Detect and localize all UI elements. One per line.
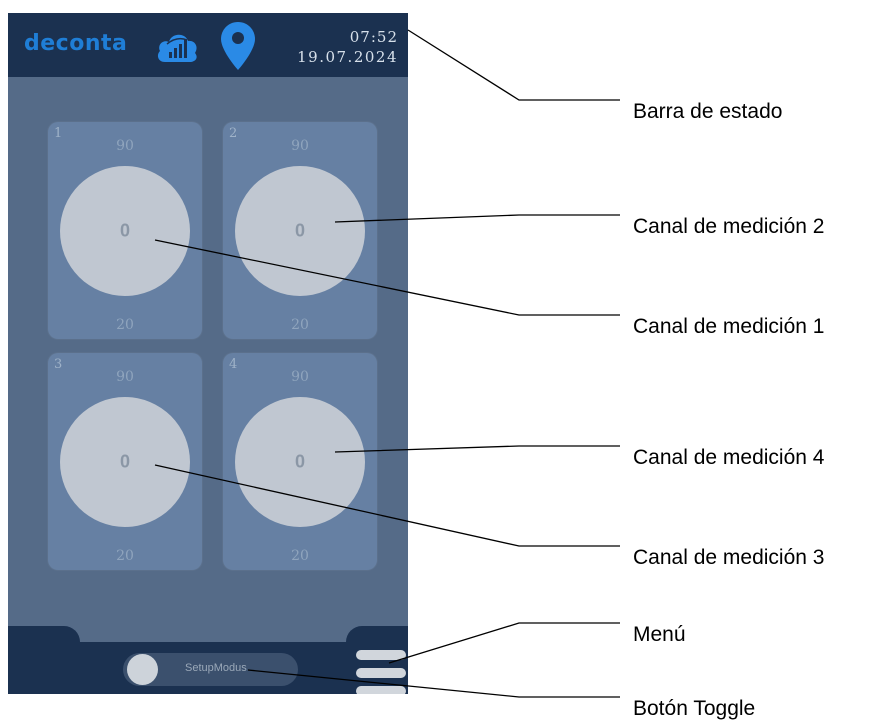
channel-gauge: 0 — [60, 397, 190, 527]
channel-min-value: 20 — [291, 548, 309, 564]
device-screen: deconta 07:52 19.07.2024 1 90 0 20 2 90 — [8, 13, 408, 694]
clock: 07:52 19.07.2024 — [297, 27, 398, 67]
channel-min-value: 20 — [116, 548, 134, 564]
toggle-knob[interactable] — [127, 654, 158, 685]
callout-channel-1: Canal de medición 1 — [633, 315, 825, 338]
channel-max-value: 90 — [291, 369, 309, 385]
setup-mode-toggle[interactable]: SetupModus — [123, 653, 298, 686]
callout-channel-2: Canal de medición 2 — [633, 215, 825, 238]
measurement-channel-4[interactable]: 4 90 0 20 — [223, 353, 377, 570]
channel-gauge: 0 — [235, 397, 365, 527]
bottom-bar: SetupModus — [8, 626, 408, 694]
channel-max-value: 90 — [291, 138, 309, 154]
cloud-signal-icon — [157, 34, 197, 62]
channel-min-value: 20 — [116, 317, 134, 333]
callout-channel-4: Canal de medición 4 — [633, 446, 825, 469]
channel-value: 0 — [294, 220, 305, 241]
measurement-channel-2[interactable]: 2 90 0 20 — [223, 122, 377, 339]
status-bar: deconta 07:52 19.07.2024 — [8, 13, 408, 77]
channel-max-value: 90 — [116, 138, 134, 154]
channel-gauge: 0 — [60, 166, 190, 296]
deconta-logo: deconta — [24, 31, 128, 56]
channel-min-value: 20 — [291, 317, 309, 333]
date-display: 19.07.2024 — [297, 48, 398, 66]
callout-channel-3: Canal de medición 3 — [633, 546, 825, 569]
callout-status-bar: Barra de estado — [633, 100, 783, 123]
hamburger-menu-icon[interactable] — [356, 650, 406, 694]
location-pin-icon — [221, 22, 255, 70]
channel-grid: 1 90 0 20 2 90 0 20 3 90 0 20 4 90 0 20 — [8, 77, 408, 622]
callout-menu: Menú — [633, 623, 686, 646]
channel-gauge: 0 — [235, 166, 365, 296]
toggle-label: SetupModus — [185, 662, 247, 674]
channel-max-value: 90 — [116, 369, 134, 385]
channel-value: 0 — [294, 451, 305, 472]
measurement-channel-3[interactable]: 3 90 0 20 — [48, 353, 202, 570]
channel-value: 0 — [119, 451, 130, 472]
time-display: 07:52 — [349, 28, 398, 46]
channel-value: 0 — [119, 220, 130, 241]
measurement-channel-1[interactable]: 1 90 0 20 — [48, 122, 202, 339]
callout-toggle: Botón Toggle — [633, 697, 756, 720]
